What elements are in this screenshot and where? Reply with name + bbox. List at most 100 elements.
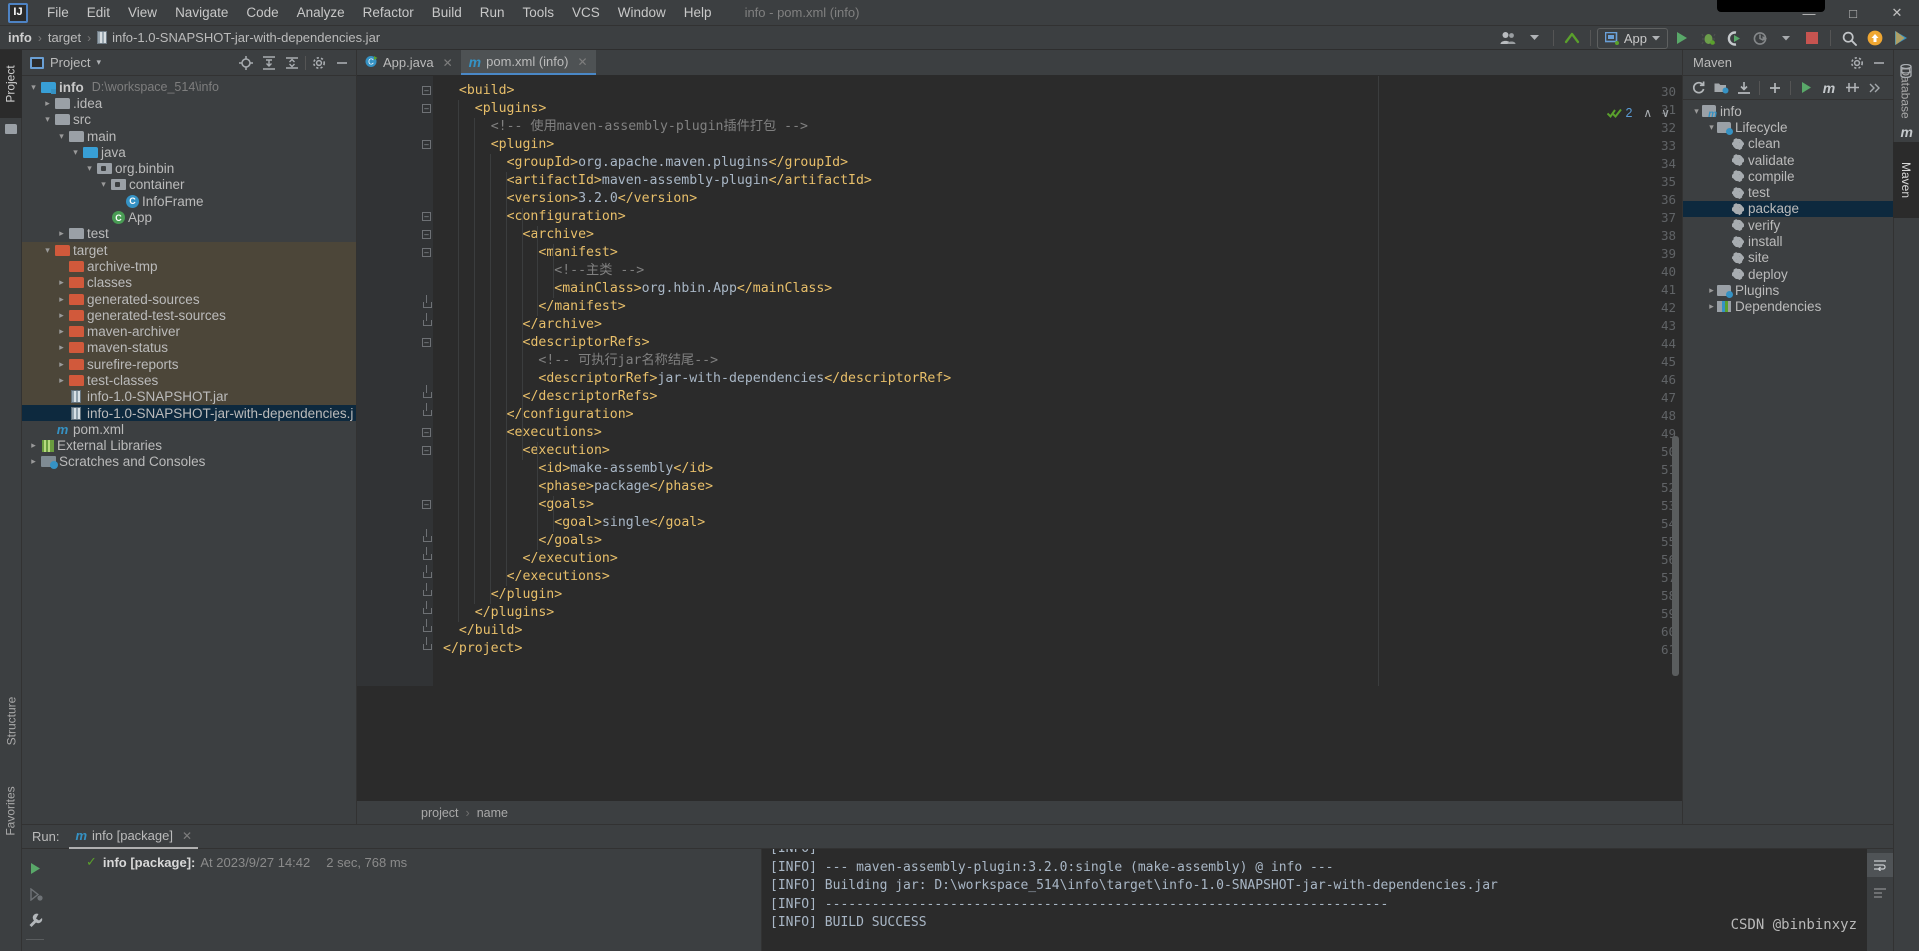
tree-row[interactable]: C InfoFrame bbox=[22, 193, 356, 209]
fold-collapse-icon[interactable]: – bbox=[422, 104, 431, 113]
editor-breadcrumb-item-name[interactable]: name bbox=[477, 806, 508, 820]
menu-view[interactable]: View bbox=[119, 2, 166, 23]
maven-tree-row[interactable]: ▸ Dependencies bbox=[1683, 299, 1893, 315]
chevron-right-icon[interactable]: ▸ bbox=[56, 310, 67, 321]
tree-row[interactable]: ▾ src bbox=[22, 112, 356, 128]
editor-tab-app-java[interactable]: C App.java ✕ bbox=[357, 50, 461, 75]
hide-icon[interactable] bbox=[332, 53, 352, 73]
editor-scrollbar-thumb[interactable] bbox=[1672, 436, 1679, 676]
rerun-failed-icon[interactable] bbox=[22, 881, 48, 907]
maven-tree-row[interactable]: test bbox=[1683, 184, 1893, 200]
maven-tree-row[interactable]: ▾ m info bbox=[1683, 103, 1893, 120]
reload-icon[interactable] bbox=[1687, 78, 1709, 98]
maven-tree-row[interactable]: ▸ Plugins bbox=[1683, 282, 1893, 298]
fold-collapse-icon[interactable]: – bbox=[422, 446, 431, 455]
execute-maven-goal-icon[interactable]: m bbox=[1818, 78, 1840, 98]
code-line[interactable]: <build> bbox=[459, 82, 515, 100]
code-line[interactable]: </archive> bbox=[523, 316, 602, 334]
fold-end-icon[interactable] bbox=[422, 565, 432, 581]
close-icon[interactable]: ✕ bbox=[443, 56, 453, 70]
menu-refactor[interactable]: Refactor bbox=[354, 2, 423, 23]
code-line[interactable]: </execution> bbox=[523, 550, 618, 568]
chevron-right-icon[interactable]: ▸ bbox=[56, 228, 67, 239]
code-line[interactable]: <plugins> bbox=[475, 100, 546, 118]
fold-collapse-icon[interactable]: – bbox=[422, 140, 431, 149]
code-line[interactable]: <archive> bbox=[523, 226, 594, 244]
tree-row[interactable]: ▸ Scratches and Consoles bbox=[22, 454, 356, 470]
menu-file[interactable]: File bbox=[38, 2, 78, 23]
fold-end-icon[interactable] bbox=[422, 619, 432, 635]
maven-tree-row[interactable]: install bbox=[1683, 233, 1893, 249]
update-project-icon[interactable] bbox=[1863, 27, 1887, 49]
chevron-right-icon[interactable]: ▸ bbox=[1706, 285, 1717, 296]
tree-row[interactable]: ▸ test-classes bbox=[22, 372, 356, 389]
fold-end-icon[interactable] bbox=[422, 637, 432, 653]
tree-row[interactable]: m pom.xml bbox=[22, 421, 356, 437]
fold-end-icon[interactable] bbox=[422, 313, 432, 329]
chevron-right-icon[interactable]: ▸ bbox=[56, 294, 67, 305]
more-icon[interactable] bbox=[1864, 78, 1886, 98]
code-line[interactable]: <goals> bbox=[538, 496, 594, 514]
hide-icon[interactable] bbox=[1869, 53, 1889, 73]
tree-row[interactable]: ▸ generated-sources bbox=[22, 290, 356, 308]
user-avatar-icon[interactable] bbox=[1497, 27, 1521, 49]
chevron-right-icon[interactable]: ▸ bbox=[1706, 301, 1717, 312]
chevron-right-icon[interactable]: ▸ bbox=[56, 277, 67, 288]
chevron-down-icon[interactable]: ▾ bbox=[1691, 106, 1702, 117]
chevron-right-icon[interactable]: ▸ bbox=[28, 440, 39, 451]
close-icon[interactable]: ✕ bbox=[577, 55, 587, 69]
add-maven-project-icon[interactable] bbox=[1710, 78, 1732, 98]
collapse-all-icon[interactable] bbox=[282, 53, 302, 73]
add-icon[interactable] bbox=[1764, 78, 1786, 98]
previous-problem-icon[interactable]: ∧ bbox=[1643, 106, 1652, 120]
tree-row[interactable]: ▸ External Libraries bbox=[22, 438, 356, 454]
code-line[interactable]: <descriptorRef>jar-with-dependencies</de… bbox=[538, 370, 951, 388]
project-tree[interactable]: ▾ info D:\workspace_514\info ▸ .idea ▾ src ▾ mai… bbox=[22, 76, 356, 823]
code-line[interactable]: <phase>package</phase> bbox=[538, 478, 713, 496]
ide-features-icon[interactable] bbox=[1889, 27, 1913, 49]
tree-row[interactable]: ▸ .idea bbox=[22, 95, 356, 111]
chevron-down-icon[interactable]: ▾ bbox=[56, 131, 67, 142]
sidebar-tab-maven[interactable]: Maven bbox=[1893, 142, 1919, 218]
code-line[interactable]: </plugins> bbox=[475, 604, 554, 622]
fold-end-icon[interactable] bbox=[422, 529, 432, 545]
code-content[interactable]: <build> <plugins> <!-- 使用maven-assembly-pl… bbox=[443, 76, 1682, 686]
run-coverage-icon[interactable] bbox=[1722, 27, 1746, 49]
chevron-down-icon[interactable]: ▾ bbox=[1706, 122, 1717, 133]
code-line[interactable]: </project> bbox=[443, 640, 522, 658]
maven-tree-row[interactable]: validate bbox=[1683, 152, 1893, 168]
tree-row[interactable]: ▸ maven-status bbox=[22, 339, 356, 357]
code-line[interactable]: </configuration> bbox=[507, 406, 634, 424]
code-line[interactable]: <version>3.2.0</version> bbox=[507, 190, 698, 208]
editor-breadcrumb-item-project[interactable]: project bbox=[421, 806, 459, 820]
fold-collapse-icon[interactable]: – bbox=[422, 212, 431, 221]
code-line[interactable]: <groupId>org.apache.maven.plugins</group… bbox=[507, 154, 848, 172]
tree-row[interactable]: ▸ generated-test-sources bbox=[22, 307, 356, 324]
code-line[interactable]: <id>make-assembly</id> bbox=[538, 460, 713, 478]
download-sources-icon[interactable] bbox=[1733, 78, 1755, 98]
code-line[interactable]: </manifest> bbox=[538, 298, 625, 316]
fold-collapse-icon[interactable]: – bbox=[422, 230, 431, 239]
run-icon[interactable] bbox=[1670, 27, 1694, 49]
fold-end-icon[interactable] bbox=[422, 583, 432, 599]
chevron-right-icon[interactable]: ▸ bbox=[56, 375, 67, 386]
menu-build[interactable]: Build bbox=[423, 2, 471, 23]
chevron-right-icon[interactable]: ▸ bbox=[56, 326, 67, 337]
next-problem-icon[interactable]: ∨ bbox=[1661, 106, 1670, 120]
code-line[interactable]: </build> bbox=[459, 622, 523, 640]
run-result-row[interactable]: ✓ info [package]: At 2023/9/27 14:42 2 s… bbox=[48, 854, 761, 870]
code-line[interactable]: <execution> bbox=[523, 442, 610, 460]
tree-row[interactable]: ▾ org.binbin bbox=[22, 160, 356, 176]
menu-vcs[interactable]: VCS bbox=[563, 2, 609, 23]
breadcrumb-item-target[interactable]: target bbox=[48, 30, 81, 45]
menu-tools[interactable]: Tools bbox=[514, 2, 564, 23]
soft-wrap-icon[interactable] bbox=[1867, 853, 1893, 877]
inspection-widget[interactable]: 2 ∧ ∨ bbox=[1607, 106, 1670, 120]
chevron-down-icon[interactable] bbox=[1523, 27, 1547, 49]
code-line[interactable]: <goal>single</goal> bbox=[554, 514, 705, 532]
maven-tree-row[interactable]: clean bbox=[1683, 136, 1893, 152]
code-line[interactable]: <manifest> bbox=[538, 244, 617, 262]
code-line[interactable]: <!-- 可执行jar名称结尾--> bbox=[538, 352, 718, 370]
scroll-to-end-icon[interactable] bbox=[1867, 881, 1893, 905]
menu-navigate[interactable]: Navigate bbox=[166, 2, 237, 23]
